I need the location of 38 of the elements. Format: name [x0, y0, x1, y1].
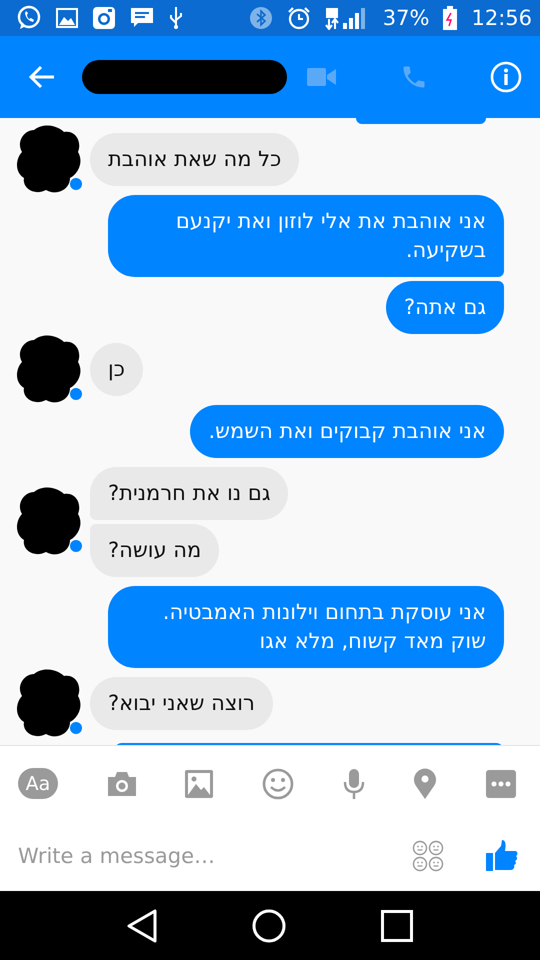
location-button[interactable] [413, 768, 438, 800]
camera-app-icon [92, 6, 116, 30]
clock-time: 12:56 [471, 6, 532, 30]
redacted-avatar [14, 124, 84, 196]
battery-icon [443, 6, 458, 30]
redacted-avatar [14, 668, 84, 740]
message-bubble: רוצה שאני יבוא? [90, 677, 273, 730]
message-bubble: כל מה שאת אוהבת [90, 133, 300, 186]
message-bubble: כן [90, 343, 143, 396]
bluetooth-icon [248, 6, 273, 30]
message-icon [130, 7, 154, 29]
emoji-button[interactable] [262, 768, 294, 800]
message-bubble: אני עוסקת בתחום וילונות האמבטיה. שוק מאד קשוח, מלא אגו [108, 586, 504, 668]
microphone-button[interactable] [342, 768, 365, 800]
like-button[interactable] [486, 840, 518, 872]
gallery-button[interactable] [185, 770, 214, 798]
image-icon [56, 8, 78, 28]
more-button[interactable] [486, 770, 516, 798]
redacted-avatar [14, 334, 84, 406]
info-button[interactable] [490, 61, 522, 93]
message-bubble: אני אוהבת קבוקים ואת השמש. [190, 405, 504, 458]
text-format-button[interactable]: Aa [18, 768, 58, 799]
home-nav-button[interactable] [252, 909, 286, 943]
battery-percent: 37% [382, 6, 430, 30]
video-call-button[interactable] [307, 67, 337, 87]
message-bubble: גם נו את חרמנית? [90, 467, 288, 520]
alarm-icon [286, 6, 311, 30]
chat-app-icon [16, 5, 42, 31]
back-button[interactable] [28, 65, 56, 89]
usb-icon [168, 6, 184, 30]
message-bubble: גם אתה? [386, 281, 504, 334]
message-bubble: אני אוהבת את אלי לוזון ואת יקנעם בשקיעה. [108, 195, 504, 277]
back-nav-button[interactable] [127, 909, 158, 943]
camera-button[interactable] [106, 770, 137, 796]
message-bubble: מה עושה? [90, 524, 220, 577]
message-input-field[interactable]: Write a message… [18, 844, 400, 868]
recents-nav-button[interactable] [380, 910, 413, 942]
stickers-button[interactable] [412, 840, 444, 872]
